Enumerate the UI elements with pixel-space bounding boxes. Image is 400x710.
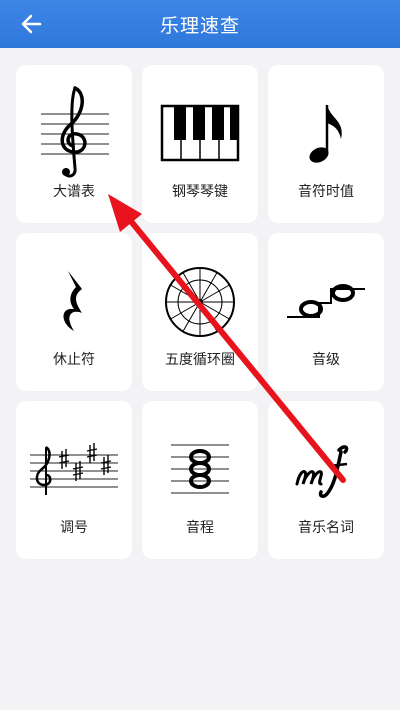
mf-dynamic-icon (295, 445, 349, 498)
card-label: 音级 (312, 352, 340, 368)
page-title: 乐理速查 (159, 14, 240, 37)
app-bar: 乐理速查 (0, 0, 400, 48)
card-label: 音程 (186, 520, 214, 536)
key-signature-icon (30, 443, 118, 495)
card-label: 音乐名词 (298, 520, 354, 536)
card-rests[interactable]: 休止符 (16, 233, 132, 391)
interval-chord-icon (171, 444, 229, 494)
card-label: 大谱表 (53, 184, 95, 200)
note-steps-icon (287, 284, 365, 318)
card-note-steps[interactable]: 音级 (268, 233, 384, 391)
treble-clef-staff-icon (41, 86, 109, 178)
circle-of-fifths-icon (165, 267, 235, 337)
card-note-values[interactable]: 音符时值 (268, 65, 384, 223)
eighth-note-icon (309, 105, 342, 163)
theory-grid: 大谱表 钢琴琴键 音符时值 休止符 五度循环圈 音级 调号 音程 音乐名词 (16, 65, 384, 559)
card-intervals[interactable]: 音程 (142, 401, 258, 559)
quarter-rest-icon (63, 271, 82, 331)
card-label: 钢琴琴键 (172, 184, 228, 200)
card-label: 音符时值 (298, 184, 354, 200)
card-label: 休止符 (53, 352, 95, 368)
card-label: 调号 (60, 520, 88, 536)
card-circle-of-fifths[interactable]: 五度循环圈 (142, 233, 258, 391)
card-key-signature[interactable]: 调号 (16, 401, 132, 559)
card-label: 五度循环圈 (165, 352, 235, 368)
card-piano-keys[interactable]: 钢琴琴键 (142, 65, 258, 223)
card-music-terms[interactable]: 音乐名词 (268, 401, 384, 559)
card-grand-staff[interactable]: 大谱表 (16, 65, 132, 223)
piano-keys-icon (160, 104, 240, 162)
